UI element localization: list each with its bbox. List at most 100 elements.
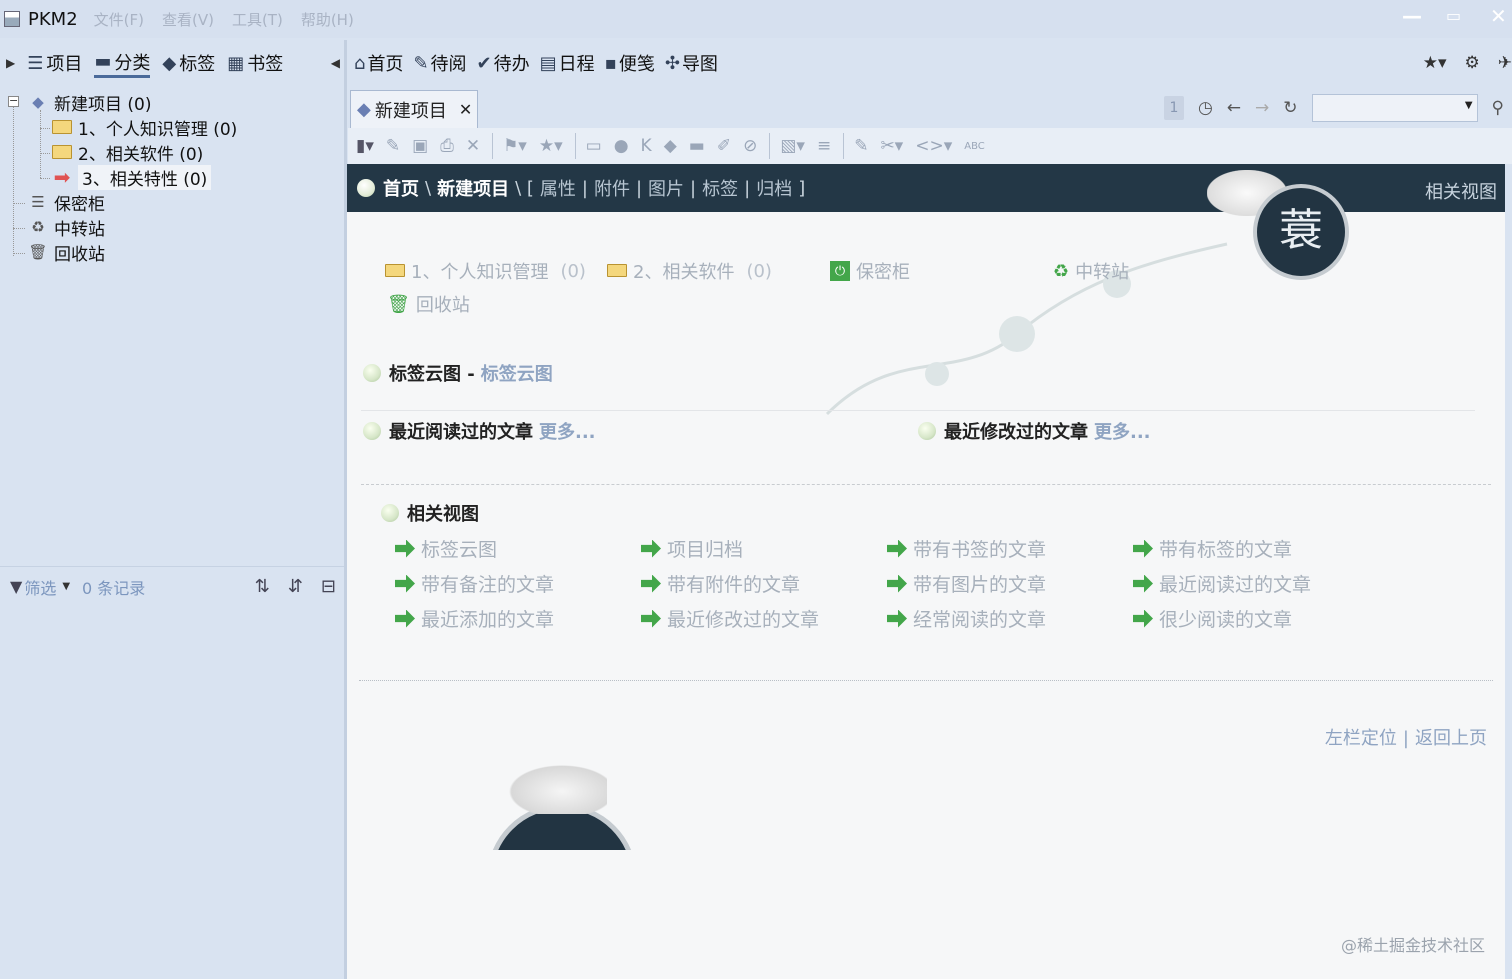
filter-dropdown[interactable]: ▼ 筛选 ▼ bbox=[10, 575, 70, 599]
shortcut-transfer[interactable]: ♻ 中转站 bbox=[1053, 258, 1129, 284]
tab-new-project[interactable]: ◆ 新建项目 ✕ bbox=[350, 90, 478, 128]
spellcheck-icon[interactable]: ABC bbox=[964, 141, 985, 152]
tools-icon[interactable]: ✂▾ bbox=[880, 136, 903, 156]
menu-file[interactable]: 文件(F) bbox=[94, 9, 144, 30]
flag-icon[interactable]: ⚑▾ bbox=[503, 136, 527, 156]
keyword-icon[interactable]: K bbox=[641, 136, 652, 156]
tab-project[interactable]: ☰ 项目 bbox=[27, 48, 82, 78]
shortcut-software[interactable]: 2、相关软件 (0) bbox=[607, 258, 772, 284]
home-button[interactable]: ⌂ 首页 bbox=[354, 50, 403, 76]
cabinet-icon: ☰ bbox=[31, 193, 45, 211]
recent-read-more-link[interactable]: 更多... bbox=[539, 418, 596, 444]
view-link[interactable]: 带有附件的文章 bbox=[641, 570, 800, 597]
new-document-icon[interactable]: ▮▾ bbox=[356, 136, 374, 156]
tree-item-vault[interactable]: ☰ 保密柜 bbox=[28, 190, 105, 215]
collapse-all-icon[interactable]: ⊟ bbox=[321, 576, 336, 597]
sort-icon[interactable]: ⇵ bbox=[288, 576, 303, 597]
maximize-icon[interactable]: ▭ bbox=[1446, 6, 1461, 25]
forward-arrow-icon[interactable]: → bbox=[1255, 98, 1269, 118]
save-icon[interactable]: ▣ bbox=[412, 136, 428, 156]
tree-collapse-toggle[interactable]: − bbox=[8, 95, 19, 107]
tab-bookmark[interactable]: ▦ 书签 bbox=[227, 48, 283, 78]
view-link[interactable]: 带有书签的文章 bbox=[887, 535, 1046, 562]
shortcut-pkm[interactable]: 1、个人知识管理 (0) bbox=[385, 258, 586, 284]
breadcrumb-home[interactable]: 首页 bbox=[383, 175, 419, 201]
green-arrow-icon bbox=[641, 574, 661, 593]
search-icon[interactable]: ⚲ bbox=[1492, 98, 1504, 118]
link-properties[interactable]: 属性 bbox=[540, 175, 576, 201]
view-link[interactable]: 经常阅读的文章 bbox=[887, 605, 1046, 632]
link-images[interactable]: 图片 bbox=[648, 175, 684, 201]
rename-icon[interactable]: ✎ bbox=[854, 136, 868, 156]
view-link[interactable]: 标签云图 bbox=[395, 535, 497, 562]
history-icon[interactable]: ◷ bbox=[1198, 98, 1213, 118]
pin-window-icon[interactable]: ✈ bbox=[1498, 53, 1512, 73]
locate-left-link[interactable]: 左栏定位 bbox=[1325, 728, 1397, 749]
menu-view[interactable]: 查看(V) bbox=[162, 9, 214, 30]
view-link[interactable]: 最近添加的文章 bbox=[395, 605, 554, 632]
shortcut-trash[interactable]: 🗑 回收站 bbox=[387, 291, 470, 317]
sort-az-icon[interactable]: ⇅ bbox=[255, 576, 270, 597]
to-read-button[interactable]: ✎ 待阅 bbox=[413, 50, 466, 76]
view-link[interactable]: 最近阅读过的文章 bbox=[1133, 570, 1311, 597]
view-link[interactable]: 带有备注的文章 bbox=[395, 570, 554, 597]
image-icon[interactable]: ▧▾ bbox=[780, 136, 805, 156]
recent-modified-more-link[interactable]: 更多... bbox=[1094, 418, 1151, 444]
comment-icon[interactable]: ▬ bbox=[689, 136, 705, 156]
delete-icon[interactable]: ✕ bbox=[466, 136, 480, 156]
section-recent-modified: 最近修改过的文章 更多... bbox=[918, 418, 1151, 444]
tree-item-features[interactable]: ➡ 3、相关特性 (0) bbox=[52, 164, 212, 190]
gear-icon[interactable]: ⚙ bbox=[1465, 53, 1480, 73]
tab-close-icon[interactable]: ✕ bbox=[459, 100, 472, 119]
view-link[interactable]: 带有标签的文章 bbox=[1133, 535, 1292, 562]
tag-cloud-link[interactable]: 标签云图 bbox=[481, 360, 553, 386]
link-tags[interactable]: 标签 bbox=[702, 175, 738, 201]
menu-help[interactable]: 帮助(H) bbox=[301, 9, 354, 30]
minimize-icon[interactable]: — bbox=[1402, 4, 1422, 28]
back-arrow-icon[interactable]: ← bbox=[1227, 98, 1241, 118]
user-icon[interactable]: ● bbox=[614, 136, 629, 156]
refresh-icon[interactable]: ↻ bbox=[1283, 98, 1297, 118]
collapse-arrow-icon[interactable]: ◀ bbox=[331, 56, 340, 70]
tree-item-software[interactable]: 2、相关软件 (0) bbox=[52, 140, 203, 165]
tag-icon[interactable]: ◆ bbox=[664, 136, 677, 156]
screenshot-icon[interactable]: ▭ bbox=[586, 136, 602, 156]
code-icon[interactable]: <>▾ bbox=[915, 136, 952, 156]
favorites-icon[interactable]: ★▾ bbox=[1423, 53, 1447, 73]
link-archive[interactable]: 归档 bbox=[756, 175, 792, 201]
print-icon[interactable]: ⎙ bbox=[440, 136, 454, 156]
mindmap-button[interactable]: ✣ 导图 bbox=[665, 50, 718, 76]
view-link[interactable]: 带有图片的文章 bbox=[887, 570, 1046, 597]
attachment-icon[interactable]: ⊘ bbox=[743, 136, 757, 156]
related-view-link[interactable]: 相关视图 bbox=[1425, 178, 1497, 204]
note-button[interactable]: ▪ 便笺 bbox=[605, 50, 655, 76]
tree-item-transfer[interactable]: ♻ 中转站 bbox=[28, 215, 105, 240]
view-link[interactable]: 很少阅读的文章 bbox=[1133, 605, 1292, 632]
floral-decoration bbox=[825, 242, 1228, 416]
section-recent-read: 最近阅读过的文章 更多... bbox=[363, 418, 596, 444]
tree-item-pkm[interactable]: 1、个人知识管理 (0) bbox=[52, 115, 237, 140]
tree-item-root[interactable]: ◆ 新建项目 (0) bbox=[28, 90, 151, 115]
todo-button[interactable]: ✔ 待办 bbox=[477, 50, 530, 76]
link-attachments[interactable]: 附件 bbox=[594, 175, 630, 201]
schedule-button[interactable]: ▤ 日程 bbox=[540, 50, 595, 76]
expand-arrow-icon[interactable]: ▶ bbox=[6, 56, 15, 70]
format-icon[interactable]: ≡ bbox=[817, 136, 831, 156]
close-icon[interactable]: ✕ bbox=[1490, 4, 1507, 28]
tree-item-trash[interactable]: 🗑 回收站 bbox=[28, 240, 105, 265]
shortcut-vault[interactable]: ⏻ 保密柜 bbox=[830, 258, 910, 284]
search-input[interactable]: ▼ bbox=[1311, 94, 1478, 122]
green-arrow-icon bbox=[887, 574, 907, 593]
breadcrumb-project[interactable]: 新建项目 bbox=[437, 175, 509, 201]
back-link[interactable]: 返回上页 bbox=[1415, 728, 1487, 749]
pin-icon: ✎ bbox=[413, 52, 429, 74]
highlight-icon[interactable]: ✐ bbox=[717, 136, 731, 156]
edit-icon[interactable]: ✎ bbox=[386, 136, 400, 156]
tab-category[interactable]: ▬ 分类 bbox=[94, 48, 151, 78]
view-link[interactable]: 项目归档 bbox=[641, 535, 743, 562]
menu-tools[interactable]: 工具(T) bbox=[232, 9, 283, 30]
view-link[interactable]: 最近修改过的文章 bbox=[641, 605, 819, 632]
tab-tag[interactable]: ◆ 标签 bbox=[162, 48, 215, 78]
star-icon[interactable]: ★▾ bbox=[539, 136, 563, 156]
chevron-down-icon[interactable]: ▼ bbox=[1465, 100, 1473, 111]
